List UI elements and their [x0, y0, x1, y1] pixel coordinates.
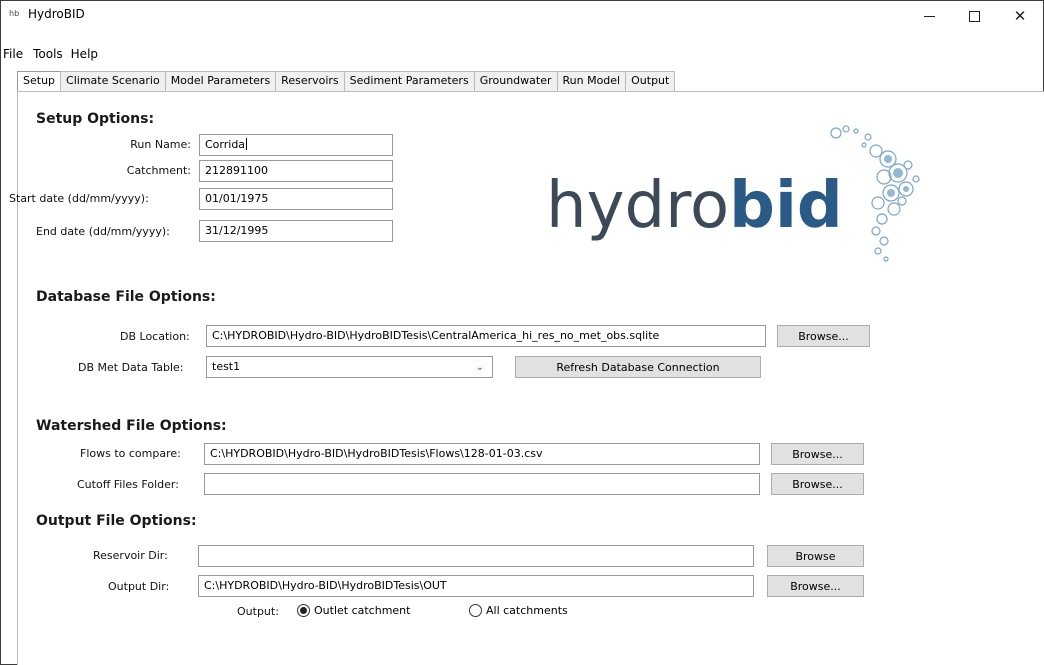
- radio-unselected-icon: [469, 604, 482, 617]
- refresh-connection-button[interactable]: Refresh Database Connection: [515, 356, 761, 378]
- menu-tools[interactable]: Tools: [33, 47, 69, 67]
- radio-all-catchments[interactable]: All catchments: [469, 604, 568, 617]
- radio-all-label: All catchments: [486, 604, 568, 617]
- tab-sediment-parameters[interactable]: Sediment Parameters: [343, 71, 475, 91]
- run-name-input[interactable]: Corrida: [199, 134, 393, 156]
- menu-help[interactable]: Help: [71, 47, 104, 67]
- watershed-options-title: Watershed File Options:: [36, 418, 227, 434]
- start-date-label: Start date (dd/mm/yyyy):: [9, 192, 149, 205]
- radio-outlet-label: Outlet catchment: [314, 604, 411, 617]
- hydrobid-logo: hydrobid: [546, 109, 926, 269]
- logo-text-hydro: hydro: [546, 169, 730, 243]
- app-window: hb HydroBID ✕ File Tools Help Setup Clim…: [0, 0, 1044, 665]
- run-name-value: Corrida: [205, 138, 246, 151]
- flows-label: Flows to compare:: [80, 447, 181, 460]
- db-met-select[interactable]: test1 ⌄: [206, 356, 493, 378]
- logo-text-bid: bid: [729, 169, 843, 243]
- title-bar: hb HydroBID ✕: [1, 1, 1043, 31]
- tab-bar: Setup Climate Scenario Model Parameters …: [17, 71, 676, 92]
- db-met-label: DB Met Data Table:: [78, 361, 184, 374]
- end-date-input[interactable]: 31/12/1995: [199, 220, 393, 242]
- tab-setup[interactable]: Setup: [17, 71, 62, 92]
- tab-run-model[interactable]: Run Model: [556, 71, 627, 91]
- output-dir-browse-button[interactable]: Browse...: [767, 575, 864, 597]
- output-type-label: Output:: [237, 605, 279, 618]
- window-title: HydroBID: [28, 7, 85, 21]
- cutoff-input[interactable]: [204, 473, 760, 495]
- minimize-icon: [923, 15, 935, 17]
- menu-bar: File Tools Help: [1, 47, 104, 67]
- catchment-input[interactable]: 212891100: [199, 160, 393, 182]
- run-name-label: Run Name:: [130, 138, 191, 151]
- reservoir-dir-label: Reservoir Dir:: [93, 549, 168, 562]
- close-button[interactable]: ✕: [997, 1, 1043, 31]
- db-met-value: test1: [212, 360, 241, 373]
- close-icon: ✕: [1013, 7, 1027, 25]
- tab-groundwater[interactable]: Groundwater: [473, 71, 558, 91]
- tab-output[interactable]: Output: [625, 71, 676, 91]
- menu-file[interactable]: File: [3, 47, 29, 67]
- output-dir-input[interactable]: C:\HYDROBID\Hydro-BID\HydroBIDTesis\OUT: [198, 575, 754, 597]
- reservoir-browse-button[interactable]: Browse: [767, 545, 864, 567]
- chevron-down-icon: ⌄: [475, 362, 484, 373]
- start-date-input[interactable]: 01/01/1975: [199, 188, 393, 210]
- radio-selected-icon: [297, 604, 310, 617]
- cutoff-browse-button[interactable]: Browse...: [771, 473, 864, 495]
- logo-text: hydrobid: [546, 171, 843, 241]
- tab-model-parameters[interactable]: Model Parameters: [164, 71, 277, 91]
- db-location-label: DB Location:: [120, 330, 190, 343]
- minimize-button[interactable]: [906, 1, 952, 31]
- flows-input[interactable]: C:\HYDROBID\Hydro-BID\HydroBIDTesis\Flow…: [204, 443, 760, 465]
- cutoff-label: Cutoff Files Folder:: [77, 478, 179, 491]
- app-icon: hb: [9, 9, 20, 18]
- flows-browse-button[interactable]: Browse...: [771, 443, 864, 465]
- maximize-icon: [968, 10, 980, 22]
- text-cursor: [246, 138, 248, 150]
- maximize-button[interactable]: [951, 1, 997, 31]
- radio-outlet-catchment[interactable]: Outlet catchment: [297, 604, 410, 617]
- output-dir-label: Output Dir:: [108, 580, 170, 593]
- db-location-input[interactable]: C:\HYDROBID\Hydro-BID\HydroBIDTesis\Cent…: [206, 325, 766, 347]
- catchment-label: Catchment:: [126, 164, 191, 177]
- output-options-title: Output File Options:: [36, 513, 197, 529]
- end-date-label: End date (dd/mm/yyyy):: [36, 225, 170, 238]
- database-options-title: Database File Options:: [36, 289, 216, 305]
- tab-climate-scenario[interactable]: Climate Scenario: [60, 71, 166, 91]
- setup-options-title: Setup Options:: [36, 111, 155, 127]
- reservoir-dir-input[interactable]: [198, 545, 754, 567]
- tab-reservoirs[interactable]: Reservoirs: [275, 71, 345, 91]
- db-browse-button[interactable]: Browse...: [777, 325, 870, 347]
